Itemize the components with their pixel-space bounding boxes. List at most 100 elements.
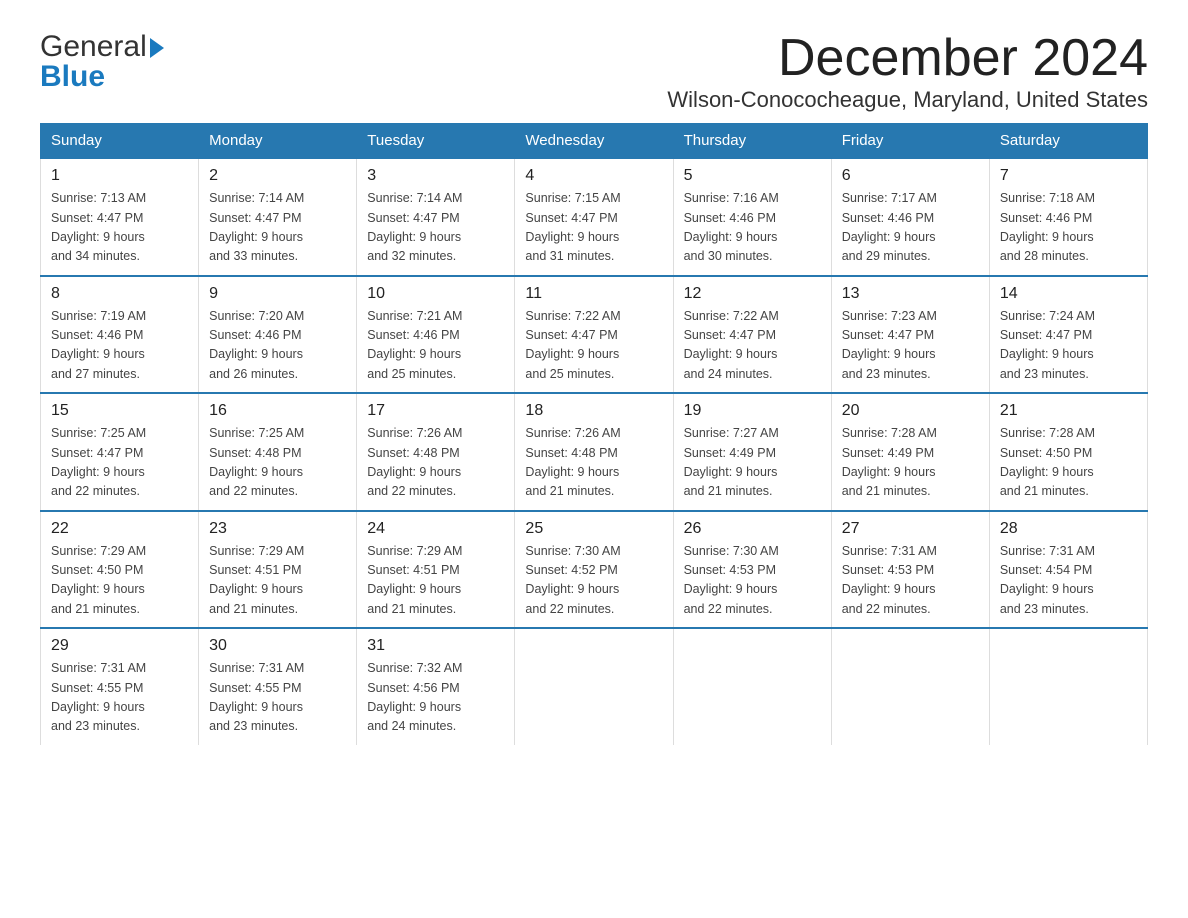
calendar-cell: 13 Sunrise: 7:23 AM Sunset: 4:47 PM Dayl… bbox=[831, 276, 989, 394]
day-number: 17 bbox=[367, 402, 504, 420]
day-info: Sunrise: 7:31 AM Sunset: 4:54 PM Dayligh… bbox=[1000, 542, 1137, 620]
calendar-cell: 15 Sunrise: 7:25 AM Sunset: 4:47 PM Dayl… bbox=[41, 393, 199, 511]
day-number: 4 bbox=[525, 167, 662, 185]
day-number: 10 bbox=[367, 285, 504, 303]
month-title: December 2024 bbox=[667, 30, 1148, 87]
title-area: December 2024 Wilson-Conococheague, Mary… bbox=[667, 30, 1148, 113]
day-number: 3 bbox=[367, 167, 504, 185]
logo: General Blue bbox=[40, 30, 164, 94]
day-info: Sunrise: 7:19 AM Sunset: 4:46 PM Dayligh… bbox=[51, 307, 188, 385]
calendar-cell: 4 Sunrise: 7:15 AM Sunset: 4:47 PM Dayli… bbox=[515, 158, 673, 276]
calendar-cell: 31 Sunrise: 7:32 AM Sunset: 4:56 PM Dayl… bbox=[357, 628, 515, 745]
calendar-cell: 7 Sunrise: 7:18 AM Sunset: 4:46 PM Dayli… bbox=[989, 158, 1147, 276]
day-info: Sunrise: 7:25 AM Sunset: 4:48 PM Dayligh… bbox=[209, 424, 346, 502]
calendar-cell: 9 Sunrise: 7:20 AM Sunset: 4:46 PM Dayli… bbox=[199, 276, 357, 394]
day-info: Sunrise: 7:15 AM Sunset: 4:47 PM Dayligh… bbox=[525, 189, 662, 267]
day-info: Sunrise: 7:22 AM Sunset: 4:47 PM Dayligh… bbox=[684, 307, 821, 385]
day-number: 29 bbox=[51, 637, 188, 655]
column-header-sunday: Sunday bbox=[41, 124, 199, 159]
calendar-cell: 23 Sunrise: 7:29 AM Sunset: 4:51 PM Dayl… bbox=[199, 511, 357, 629]
day-number: 24 bbox=[367, 520, 504, 538]
day-info: Sunrise: 7:25 AM Sunset: 4:47 PM Dayligh… bbox=[51, 424, 188, 502]
calendar-cell: 28 Sunrise: 7:31 AM Sunset: 4:54 PM Dayl… bbox=[989, 511, 1147, 629]
day-number: 13 bbox=[842, 285, 979, 303]
day-number: 5 bbox=[684, 167, 821, 185]
day-info: Sunrise: 7:29 AM Sunset: 4:51 PM Dayligh… bbox=[209, 542, 346, 620]
logo-blue-text: Blue bbox=[40, 60, 164, 94]
calendar-cell bbox=[989, 628, 1147, 745]
calendar-week-row: 1 Sunrise: 7:13 AM Sunset: 4:47 PM Dayli… bbox=[41, 158, 1148, 276]
day-info: Sunrise: 7:28 AM Sunset: 4:49 PM Dayligh… bbox=[842, 424, 979, 502]
calendar-cell bbox=[831, 628, 989, 745]
day-number: 22 bbox=[51, 520, 188, 538]
day-number: 26 bbox=[684, 520, 821, 538]
day-info: Sunrise: 7:24 AM Sunset: 4:47 PM Dayligh… bbox=[1000, 307, 1137, 385]
day-info: Sunrise: 7:28 AM Sunset: 4:50 PM Dayligh… bbox=[1000, 424, 1137, 502]
day-info: Sunrise: 7:27 AM Sunset: 4:49 PM Dayligh… bbox=[684, 424, 821, 502]
column-header-thursday: Thursday bbox=[673, 124, 831, 159]
calendar-cell: 29 Sunrise: 7:31 AM Sunset: 4:55 PM Dayl… bbox=[41, 628, 199, 745]
day-number: 23 bbox=[209, 520, 346, 538]
day-number: 30 bbox=[209, 637, 346, 655]
calendar-cell: 1 Sunrise: 7:13 AM Sunset: 4:47 PM Dayli… bbox=[41, 158, 199, 276]
day-info: Sunrise: 7:31 AM Sunset: 4:55 PM Dayligh… bbox=[51, 659, 188, 737]
day-info: Sunrise: 7:20 AM Sunset: 4:46 PM Dayligh… bbox=[209, 307, 346, 385]
calendar-cell: 8 Sunrise: 7:19 AM Sunset: 4:46 PM Dayli… bbox=[41, 276, 199, 394]
calendar-cell: 30 Sunrise: 7:31 AM Sunset: 4:55 PM Dayl… bbox=[199, 628, 357, 745]
day-number: 8 bbox=[51, 285, 188, 303]
day-info: Sunrise: 7:29 AM Sunset: 4:50 PM Dayligh… bbox=[51, 542, 188, 620]
day-info: Sunrise: 7:26 AM Sunset: 4:48 PM Dayligh… bbox=[525, 424, 662, 502]
day-info: Sunrise: 7:14 AM Sunset: 4:47 PM Dayligh… bbox=[367, 189, 504, 267]
calendar-cell: 3 Sunrise: 7:14 AM Sunset: 4:47 PM Dayli… bbox=[357, 158, 515, 276]
day-number: 31 bbox=[367, 637, 504, 655]
day-number: 16 bbox=[209, 402, 346, 420]
day-info: Sunrise: 7:17 AM Sunset: 4:46 PM Dayligh… bbox=[842, 189, 979, 267]
day-info: Sunrise: 7:31 AM Sunset: 4:55 PM Dayligh… bbox=[209, 659, 346, 737]
day-number: 11 bbox=[525, 285, 662, 303]
calendar-cell: 5 Sunrise: 7:16 AM Sunset: 4:46 PM Dayli… bbox=[673, 158, 831, 276]
day-info: Sunrise: 7:31 AM Sunset: 4:53 PM Dayligh… bbox=[842, 542, 979, 620]
calendar-header: SundayMondayTuesdayWednesdayThursdayFrid… bbox=[41, 124, 1148, 159]
day-info: Sunrise: 7:26 AM Sunset: 4:48 PM Dayligh… bbox=[367, 424, 504, 502]
day-info: Sunrise: 7:14 AM Sunset: 4:47 PM Dayligh… bbox=[209, 189, 346, 267]
calendar-cell: 17 Sunrise: 7:26 AM Sunset: 4:48 PM Dayl… bbox=[357, 393, 515, 511]
day-number: 19 bbox=[684, 402, 821, 420]
location-title: Wilson-Conococheague, Maryland, United S… bbox=[667, 87, 1148, 113]
calendar-table: SundayMondayTuesdayWednesdayThursdayFrid… bbox=[40, 123, 1148, 745]
day-info: Sunrise: 7:21 AM Sunset: 4:46 PM Dayligh… bbox=[367, 307, 504, 385]
day-number: 7 bbox=[1000, 167, 1137, 185]
logo-arrow-icon bbox=[150, 38, 164, 58]
calendar-cell bbox=[515, 628, 673, 745]
day-number: 20 bbox=[842, 402, 979, 420]
calendar-cell bbox=[673, 628, 831, 745]
calendar-cell: 27 Sunrise: 7:31 AM Sunset: 4:53 PM Dayl… bbox=[831, 511, 989, 629]
calendar-week-row: 15 Sunrise: 7:25 AM Sunset: 4:47 PM Dayl… bbox=[41, 393, 1148, 511]
day-info: Sunrise: 7:22 AM Sunset: 4:47 PM Dayligh… bbox=[525, 307, 662, 385]
calendar-week-row: 22 Sunrise: 7:29 AM Sunset: 4:50 PM Dayl… bbox=[41, 511, 1148, 629]
day-number: 2 bbox=[209, 167, 346, 185]
day-number: 21 bbox=[1000, 402, 1137, 420]
day-number: 14 bbox=[1000, 285, 1137, 303]
day-info: Sunrise: 7:30 AM Sunset: 4:52 PM Dayligh… bbox=[525, 542, 662, 620]
column-header-friday: Friday bbox=[831, 124, 989, 159]
logo-general-text: General bbox=[40, 30, 147, 64]
calendar-cell: 21 Sunrise: 7:28 AM Sunset: 4:50 PM Dayl… bbox=[989, 393, 1147, 511]
column-header-wednesday: Wednesday bbox=[515, 124, 673, 159]
calendar-week-row: 8 Sunrise: 7:19 AM Sunset: 4:46 PM Dayli… bbox=[41, 276, 1148, 394]
day-info: Sunrise: 7:30 AM Sunset: 4:53 PM Dayligh… bbox=[684, 542, 821, 620]
calendar-cell: 6 Sunrise: 7:17 AM Sunset: 4:46 PM Dayli… bbox=[831, 158, 989, 276]
calendar-cell: 22 Sunrise: 7:29 AM Sunset: 4:50 PM Dayl… bbox=[41, 511, 199, 629]
calendar-cell: 20 Sunrise: 7:28 AM Sunset: 4:49 PM Dayl… bbox=[831, 393, 989, 511]
day-number: 9 bbox=[209, 285, 346, 303]
day-info: Sunrise: 7:29 AM Sunset: 4:51 PM Dayligh… bbox=[367, 542, 504, 620]
calendar-cell: 16 Sunrise: 7:25 AM Sunset: 4:48 PM Dayl… bbox=[199, 393, 357, 511]
day-number: 25 bbox=[525, 520, 662, 538]
calendar-cell: 24 Sunrise: 7:29 AM Sunset: 4:51 PM Dayl… bbox=[357, 511, 515, 629]
day-info: Sunrise: 7:18 AM Sunset: 4:46 PM Dayligh… bbox=[1000, 189, 1137, 267]
calendar-cell: 14 Sunrise: 7:24 AM Sunset: 4:47 PM Dayl… bbox=[989, 276, 1147, 394]
day-number: 28 bbox=[1000, 520, 1137, 538]
day-number: 1 bbox=[51, 167, 188, 185]
calendar-cell: 26 Sunrise: 7:30 AM Sunset: 4:53 PM Dayl… bbox=[673, 511, 831, 629]
day-number: 12 bbox=[684, 285, 821, 303]
calendar-cell: 18 Sunrise: 7:26 AM Sunset: 4:48 PM Dayl… bbox=[515, 393, 673, 511]
